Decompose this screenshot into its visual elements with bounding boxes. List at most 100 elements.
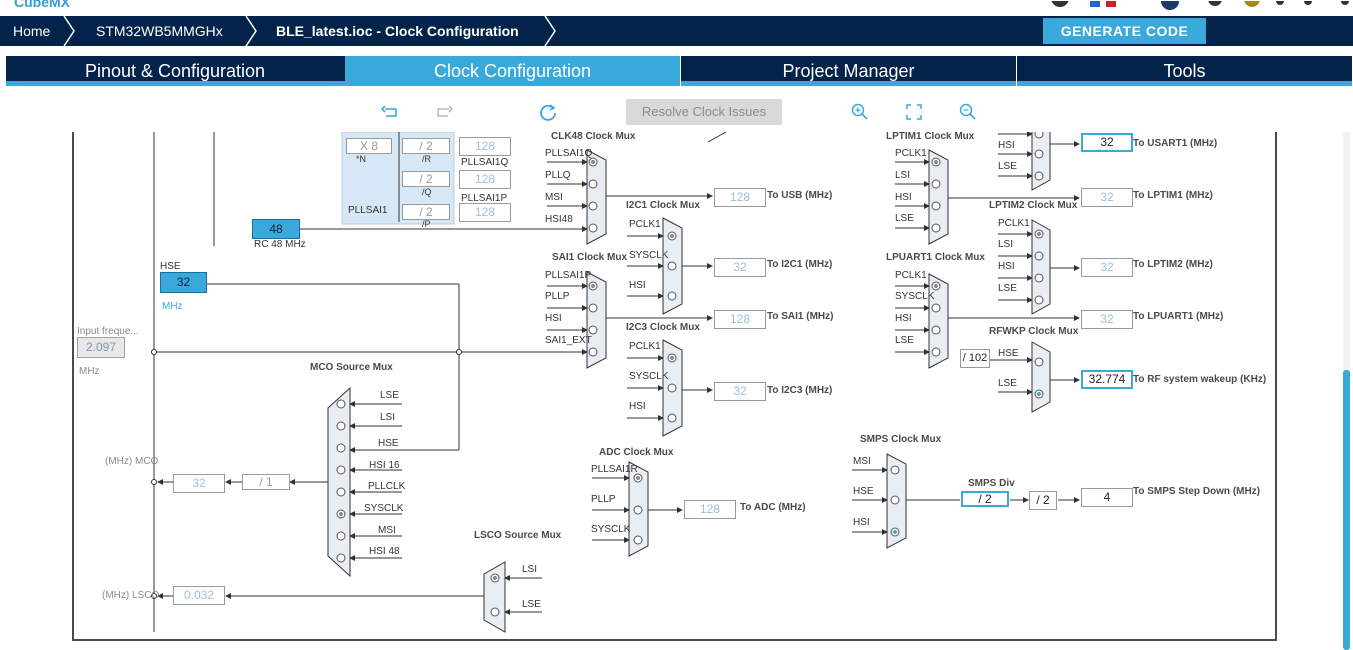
hse-input[interactable]: 32 bbox=[160, 272, 207, 293]
rc48-value: 48 bbox=[252, 219, 300, 239]
sai1-input-ext: SAI1_EXT bbox=[545, 335, 592, 346]
breadcrumb-home[interactable]: Home bbox=[13, 16, 50, 46]
vertical-scrollbar[interactable] bbox=[1343, 370, 1350, 650]
lpuart1-input-hsi: HSI bbox=[895, 313, 912, 324]
top-toolbar-icons bbox=[1040, 0, 1353, 12]
pllsai1-p-output: 128 bbox=[459, 203, 511, 222]
hse-label: HSE bbox=[160, 261, 181, 272]
pllsai1-q-divider[interactable]: / 2 bbox=[402, 171, 450, 187]
usb-output-label: To USB (MHz) bbox=[767, 190, 833, 201]
mco-input-msi: MSI bbox=[378, 525, 396, 536]
mco-input-lsi: LSI bbox=[380, 412, 396, 423]
i2c3-input-sysclk: SYSCLK bbox=[629, 371, 669, 382]
lptim1-input-lse: LSE bbox=[895, 213, 914, 224]
generate-code-button[interactable]: GENERATE CODE bbox=[1043, 18, 1206, 44]
adc-clock-output: 128 bbox=[684, 500, 736, 519]
mco-input-hse: HSE bbox=[378, 438, 399, 449]
sai1-output-label: To SAI1 (MHz) bbox=[767, 311, 834, 322]
sai1-mux-title: SAI1 Clock Mux bbox=[552, 252, 628, 263]
input-frequency-value[interactable]: 2.097 bbox=[77, 337, 125, 358]
mco-input-hsi16: HSI 16 bbox=[369, 460, 400, 471]
adc-mux-title: ADC Clock Mux bbox=[599, 447, 674, 458]
redo-icon[interactable] bbox=[432, 100, 456, 124]
mco-mux bbox=[327, 386, 351, 578]
lsco-mux-title: LSCO Source Mux bbox=[474, 530, 562, 541]
lptim2-input-pclk1: PCLK1 bbox=[998, 218, 1030, 229]
rf-wakeup-output-label: To RF system wakeup (KHz) bbox=[1133, 374, 1267, 385]
pllsai1-r-output: 128 bbox=[459, 137, 511, 156]
clk48-mux-title: CLK48 Clock Mux bbox=[551, 132, 636, 142]
breadcrumb-device[interactable]: STM32WB5MMGHx bbox=[96, 16, 223, 46]
sai1-input-hsi: HSI bbox=[545, 313, 562, 324]
main-tabs: Pinout & Configuration Clock Configurati… bbox=[6, 56, 1352, 86]
i2c1-mux-title: I2C1 Clock Mux bbox=[626, 200, 700, 211]
mco-output: 32 bbox=[173, 474, 225, 493]
lptim2-mux-title: LPTIM2 Clock Mux bbox=[989, 200, 1078, 211]
lptim1-clock-output: 32 bbox=[1081, 188, 1133, 207]
input-frequency-unit: MHz bbox=[79, 366, 100, 377]
smps-fixed-divider: / 2 bbox=[1029, 491, 1057, 510]
clock-tree-content: X 8 *N / 2 /R / 2 /Q PLLSAI1 / 2 /P 128 … bbox=[74, 132, 1275, 639]
tab-clock-configuration[interactable]: Clock Configuration bbox=[345, 56, 680, 86]
rc48-label: RC 48 MHz bbox=[254, 239, 306, 250]
lptim1-mux-title: LPTIM1 Clock Mux bbox=[886, 132, 975, 142]
undo-icon[interactable] bbox=[378, 100, 402, 124]
pllsai1-r-divider[interactable]: / 2 bbox=[402, 138, 450, 154]
lptim2-input-lsi: LSI bbox=[998, 239, 1014, 250]
lptim1-output-label: To LPTIM1 (MHz) bbox=[1133, 190, 1213, 201]
breadcrumb-file[interactable]: BLE_latest.ioc - Clock Configuration bbox=[276, 16, 519, 46]
i2c3-input-pclk1: PCLK1 bbox=[629, 341, 661, 352]
clk48-input-pllq: PLLQ bbox=[545, 170, 571, 181]
i2c3-mux-title: I2C3 Clock Mux bbox=[626, 322, 700, 333]
rfwkp-mux-title: RFWKP Clock Mux bbox=[989, 326, 1079, 337]
hse-unit: MHz bbox=[162, 301, 183, 312]
sai1-input-pllsai1p: PLLSAI1P bbox=[545, 270, 592, 281]
lpuart1-input-lse: LSE bbox=[895, 335, 914, 346]
i2c3-input-hsi: HSI bbox=[629, 401, 646, 412]
sai1-clock-output: 128 bbox=[714, 310, 766, 329]
lpuart1-clock-output: 32 bbox=[1081, 310, 1133, 329]
mco-mux-title: MCO Source Mux bbox=[310, 362, 393, 373]
fit-icon[interactable] bbox=[902, 100, 926, 124]
i2c3-output-label: To I2C3 (MHz) bbox=[767, 385, 833, 396]
smps-div-title: SMPS Div bbox=[968, 478, 1015, 489]
smps-divider[interactable]: / 2 bbox=[961, 491, 1009, 507]
app-logo: CubeMX bbox=[14, 0, 70, 10]
adc-input-pllsai1r: PLLSAI1R bbox=[591, 464, 638, 475]
smps-input-hsi: HSI bbox=[853, 517, 870, 528]
lptim2-output-label: To LPTIM2 (MHz) bbox=[1133, 259, 1213, 270]
pllsai1-p-label: /P bbox=[422, 219, 431, 229]
pllsai1-p-divider[interactable]: / 2 bbox=[402, 204, 450, 220]
zoom-out-icon[interactable] bbox=[956, 100, 980, 124]
lpuart1-output-label: To LPUART1 (MHz) bbox=[1133, 311, 1224, 322]
tab-tools[interactable]: Tools bbox=[1017, 56, 1352, 86]
lptim1-input-lsi: LSI bbox=[895, 170, 911, 181]
i2c3-clock-output: 32 bbox=[714, 382, 766, 401]
tab-pinout-configuration[interactable]: Pinout & Configuration bbox=[6, 56, 344, 86]
mco-divider[interactable]: / 1 bbox=[242, 474, 290, 490]
usart1-clock-output: 32 bbox=[1081, 133, 1133, 152]
tab-project-manager[interactable]: Project Manager bbox=[681, 56, 1016, 86]
lsco-input-lse: LSE bbox=[522, 599, 541, 610]
mco-input-hsi48: HSI 48 bbox=[369, 546, 400, 557]
pllsai1-n-multiplier[interactable]: X 8 bbox=[346, 138, 392, 154]
lptim2-input-hsi: HSI bbox=[998, 261, 1015, 272]
chevron-right-icon bbox=[63, 16, 75, 46]
lsco-output: 0.032 bbox=[173, 586, 225, 605]
reset-icon[interactable] bbox=[536, 100, 560, 124]
lptim1-input-hsi: HSI bbox=[895, 192, 912, 203]
resolve-clock-issues-button[interactable]: Resolve Clock Issues bbox=[626, 99, 782, 125]
mco-input-sysclk: SYSCLK bbox=[364, 503, 404, 514]
lsco-mux bbox=[483, 561, 506, 633]
usart1-input-hsi: HSI bbox=[998, 140, 1015, 151]
lptim2-input-lse: LSE bbox=[998, 283, 1017, 294]
usart1-input-lse: LSE bbox=[998, 161, 1017, 172]
lptim1-input-pclk1: PCLK1 bbox=[895, 148, 927, 159]
pllsai1-n-label: *N bbox=[356, 154, 367, 164]
smps-input-msi: MSI bbox=[853, 456, 871, 467]
rfwkp-mux bbox=[1031, 341, 1051, 413]
pllsai1-q-output: 128 bbox=[459, 170, 511, 189]
chevron-right-icon bbox=[245, 16, 257, 46]
zoom-in-icon[interactable] bbox=[848, 100, 872, 124]
clock-tree-canvas: X 8 *N / 2 /R / 2 /Q PLLSAI1 / 2 /P 128 … bbox=[72, 132, 1277, 641]
